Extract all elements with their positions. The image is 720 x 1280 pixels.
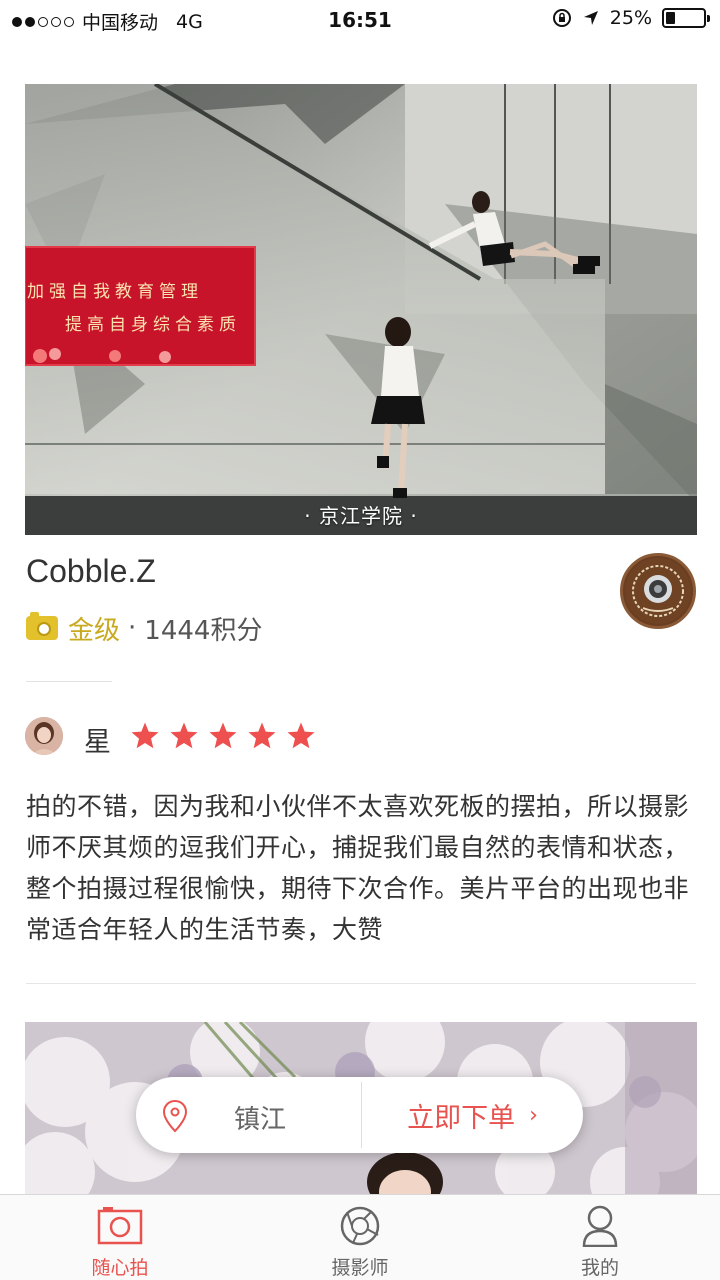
status-right: 25%	[552, 7, 710, 29]
battery-percent: 25%	[609, 7, 652, 29]
tab-bar: 随心拍 摄影师 我的	[0, 1194, 720, 1280]
person-icon	[582, 1205, 618, 1247]
battery-icon	[662, 8, 710, 28]
camera-icon	[97, 1207, 143, 1245]
location-selector[interactable]: 镇江	[136, 1077, 361, 1153]
star-icon	[287, 722, 315, 749]
tab-label-me: 我的	[580, 1257, 619, 1279]
photographer-avatar[interactable]	[620, 553, 696, 629]
reviewer-avatar[interactable]	[25, 717, 63, 755]
divider	[26, 681, 112, 682]
star-icon	[131, 722, 159, 749]
location-arrow-icon	[583, 11, 598, 25]
camera-badge-icon	[26, 612, 58, 640]
star-icon	[248, 722, 276, 749]
star-icon	[209, 722, 237, 749]
battery-fill	[666, 12, 675, 24]
photographer-name[interactable]: Cobble.Z	[26, 553, 156, 590]
sign-text-1: 加强自我教育管理	[27, 282, 203, 302]
level-separator: ·	[128, 613, 137, 643]
photo-location-caption: · 京江学院 ·	[304, 504, 418, 528]
photo-illustration: 加强自我教育管理 提高自身综合素质	[25, 84, 697, 535]
tab-label-photographer: 摄影师	[331, 1257, 389, 1279]
sign-text-2: 提高自身综合素质	[65, 315, 241, 335]
order-now-label: 立即下单	[407, 1102, 516, 1134]
points-label: 1444积分	[144, 615, 263, 646]
tab-shoot[interactable]: 随心拍	[0, 1195, 240, 1280]
level-label: 金级	[68, 615, 121, 646]
sample-photo[interactable]: 加强自我教育管理 提高自身综合素质 · 京江学院 ·	[25, 84, 697, 535]
order-now-button[interactable]: 立即下单 ›	[362, 1077, 583, 1153]
review-text: 拍的不错，因为我和小伙伴不太喜欢死板的摆拍，所以摄影师不厌其烦的逗我们开心，捕捉…	[26, 792, 690, 944]
section-divider	[26, 983, 696, 984]
location-label: 镇江	[234, 1105, 287, 1135]
chevron-right-icon: ›	[529, 1102, 538, 1128]
star-icon	[170, 722, 198, 749]
location-pin-icon	[162, 1099, 188, 1133]
order-action-bar: 镇江 立即下单 ›	[136, 1077, 583, 1153]
aperture-icon	[340, 1206, 380, 1246]
rating-stars	[130, 721, 316, 751]
reviewer-name: 星	[84, 727, 111, 758]
tab-me[interactable]: 我的	[480, 1195, 720, 1280]
tab-photographer[interactable]: 摄影师	[240, 1195, 480, 1280]
rotation-lock-icon	[552, 9, 571, 27]
reviewer-avatar-image	[25, 717, 63, 755]
photographer-logo-icon	[625, 558, 691, 624]
photographer-level-row: 金级 · 1444积分	[26, 610, 262, 646]
tab-label-shoot: 随心拍	[91, 1257, 149, 1279]
status-bar: 中国移动 4G 16:51 25%	[0, 0, 720, 38]
